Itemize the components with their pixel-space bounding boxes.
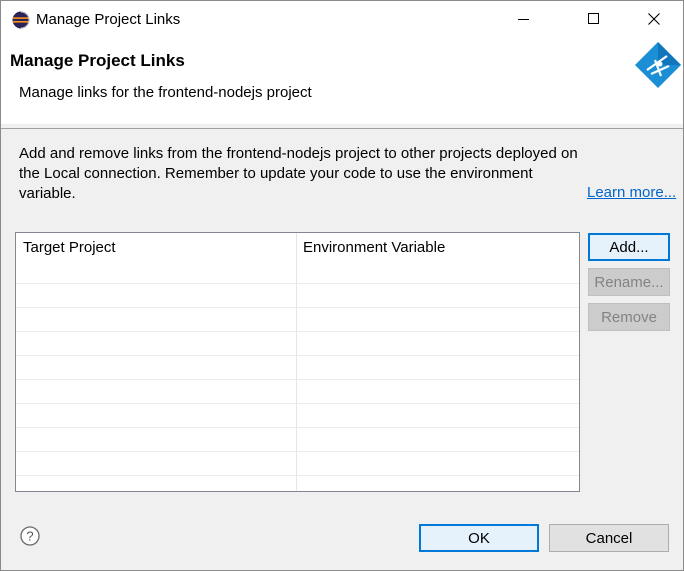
column-header-target-project[interactable]: Target Project bbox=[23, 239, 116, 256]
cancel-button[interactable]: Cancel bbox=[549, 524, 669, 552]
close-button[interactable] bbox=[631, 1, 677, 39]
table-row bbox=[16, 331, 579, 332]
eclipse-icon bbox=[12, 11, 30, 29]
table-row bbox=[16, 307, 579, 308]
table-row bbox=[16, 403, 579, 404]
maximize-button[interactable] bbox=[571, 1, 617, 39]
column-header-environment-variable[interactable]: Environment Variable bbox=[303, 239, 445, 256]
dialog-window: Manage Project Links Manage Project Link… bbox=[0, 0, 684, 571]
wizard-banner-icon bbox=[633, 40, 683, 90]
table-row bbox=[16, 427, 579, 428]
rename-button[interactable]: Rename... bbox=[588, 268, 670, 296]
help-icon[interactable]: ? bbox=[20, 526, 40, 546]
window-title: Manage Project Links bbox=[36, 11, 181, 28]
page-title: Manage Project Links bbox=[10, 51, 185, 70]
page-description: Manage links for the frontend-nodejs pro… bbox=[19, 84, 312, 101]
learn-more-link[interactable]: Learn more... bbox=[587, 184, 676, 201]
header-divider-light bbox=[1, 123, 683, 124]
table-row bbox=[16, 355, 579, 356]
dialog-header: Manage Project Links Manage links for th… bbox=[1, 39, 683, 123]
ok-button[interactable]: OK bbox=[419, 524, 539, 552]
table-row bbox=[16, 475, 579, 476]
maximize-icon bbox=[588, 12, 600, 29]
minimize-icon bbox=[518, 12, 530, 29]
column-divider[interactable] bbox=[296, 233, 297, 491]
remove-button[interactable]: Remove bbox=[588, 303, 670, 331]
svg-text:?: ? bbox=[26, 529, 33, 544]
table-row bbox=[16, 283, 579, 284]
title-bar: Manage Project Links bbox=[1, 1, 683, 39]
close-icon bbox=[648, 12, 660, 29]
table-row bbox=[16, 451, 579, 452]
links-table[interactable]: Target Project Environment Variable bbox=[15, 232, 580, 492]
minimize-button[interactable] bbox=[501, 1, 547, 39]
add-button[interactable]: Add... bbox=[588, 233, 670, 261]
table-row bbox=[16, 379, 579, 380]
header-divider bbox=[1, 128, 683, 129]
instructions-text: Add and remove links from the frontend-n… bbox=[19, 145, 578, 202]
